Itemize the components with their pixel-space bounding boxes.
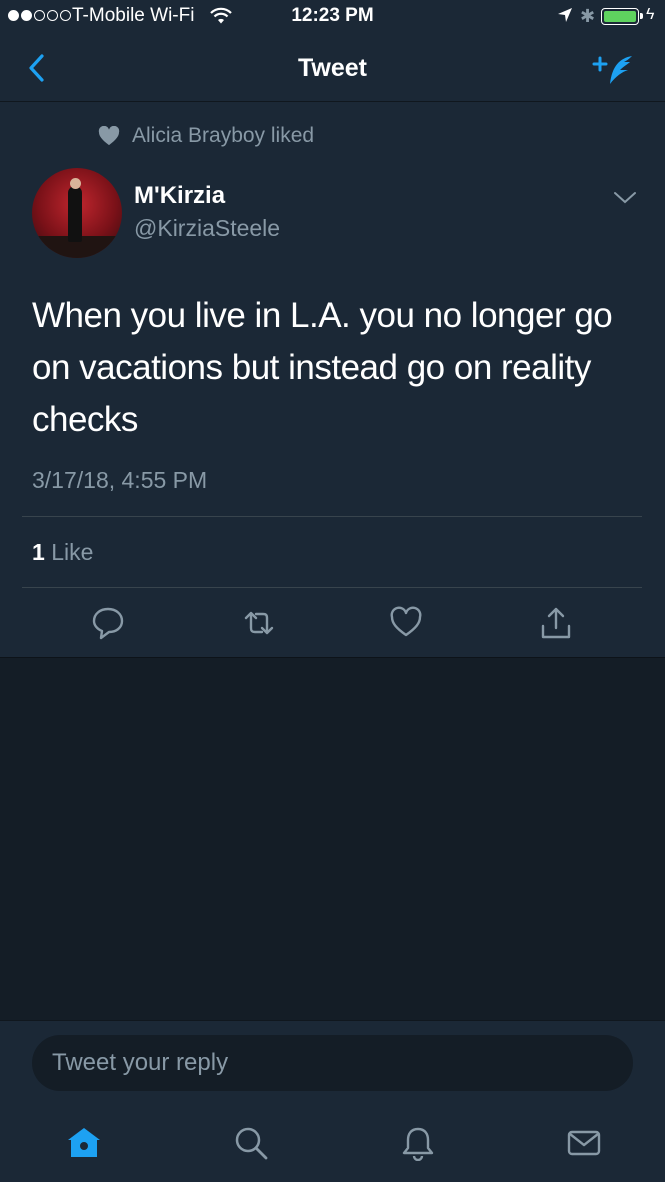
- search-icon[interactable]: [233, 1125, 269, 1161]
- divider: [22, 587, 642, 588]
- divider: [22, 516, 642, 517]
- like-label: Like: [51, 539, 94, 565]
- reply-icon[interactable]: [92, 606, 124, 640]
- share-icon[interactable]: [540, 606, 572, 640]
- status-bar: T-Mobile Wi-Fi 12:23 PM ✱ ϟ: [0, 0, 665, 34]
- reply-placeholder: Tweet your reply: [52, 1049, 229, 1076]
- nav-bar: Tweet: [0, 34, 665, 102]
- messages-icon[interactable]: [566, 1125, 602, 1161]
- like-count: 1: [32, 539, 45, 565]
- heart-icon: [98, 126, 120, 146]
- bottom-bar: Tweet your reply: [0, 1020, 665, 1182]
- home-icon[interactable]: [66, 1125, 102, 1161]
- social-context-label: Alicia Brayboy liked: [132, 124, 315, 147]
- empty-area: [0, 658, 665, 1020]
- compose-tweet-icon[interactable]: [592, 50, 636, 90]
- tweet-timestamp: 3/17/18, 4:55 PM: [32, 467, 208, 493]
- battery-icon: [601, 8, 643, 25]
- page-title: Tweet: [298, 54, 367, 82]
- tweet-text: When you live in L.A. you no longer go o…: [32, 296, 613, 439]
- avatar[interactable]: [32, 168, 122, 258]
- location-icon: [558, 8, 572, 22]
- charging-icon: ϟ: [646, 6, 655, 23]
- like-icon[interactable]: [390, 606, 422, 640]
- social-context: Alicia Brayboy liked: [98, 124, 314, 148]
- author-name[interactable]: M'Kirzia: [134, 182, 225, 210]
- author-handle[interactable]: @KirziaSteele: [134, 215, 280, 242]
- retweet-icon[interactable]: [242, 606, 276, 640]
- chevron-down-icon[interactable]: [612, 190, 638, 206]
- notifications-icon[interactable]: [400, 1125, 436, 1161]
- reply-input[interactable]: Tweet your reply: [32, 1035, 633, 1091]
- divider: [0, 657, 665, 658]
- like-stats[interactable]: 1 Like: [32, 539, 93, 566]
- bluetooth-icon: ✱: [580, 6, 596, 26]
